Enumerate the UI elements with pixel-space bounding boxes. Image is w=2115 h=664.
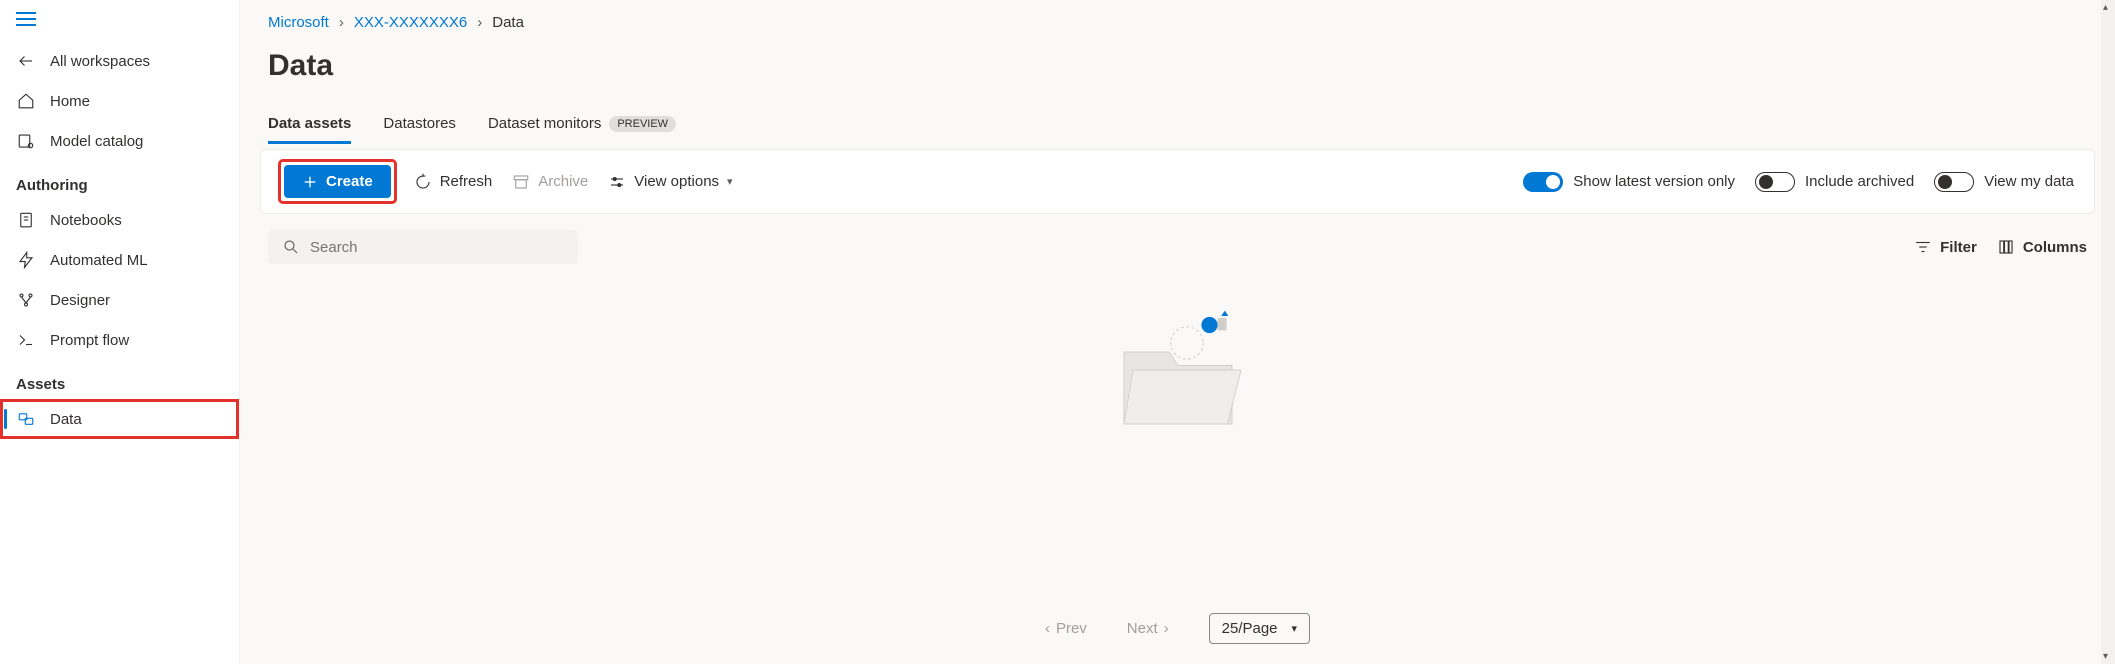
filter-icon bbox=[1914, 238, 1932, 256]
tab-datastores[interactable]: Datastores bbox=[383, 107, 456, 144]
prev-label: Prev bbox=[1056, 620, 1087, 637]
create-label: Create bbox=[326, 173, 373, 190]
home-icon bbox=[16, 91, 36, 111]
chevron-left-icon: ‹ bbox=[1045, 620, 1050, 637]
notebook-icon bbox=[16, 210, 36, 230]
chevron-down-icon: ▾ bbox=[1292, 622, 1298, 635]
refresh-button[interactable]: Refresh bbox=[414, 173, 493, 191]
prev-button[interactable]: ‹ Prev bbox=[1045, 620, 1087, 637]
sidebar-label: Prompt flow bbox=[50, 332, 129, 349]
search-box[interactable] bbox=[268, 230, 578, 264]
toggle-view-my-data[interactable]: View my data bbox=[1934, 172, 2074, 192]
search-input[interactable] bbox=[310, 239, 564, 256]
search-icon bbox=[282, 238, 300, 256]
chevron-right-icon: › bbox=[339, 14, 344, 31]
sidebar-item-automated-ml[interactable]: Automated ML bbox=[0, 240, 239, 280]
view-options-label: View options bbox=[634, 173, 719, 190]
data-icon bbox=[16, 409, 36, 429]
main-scrollbar[interactable]: ▴ ▾ bbox=[2101, 0, 2115, 664]
catalog-icon bbox=[16, 131, 36, 151]
filter-button[interactable]: Filter bbox=[1914, 238, 1977, 256]
tab-data-assets[interactable]: Data assets bbox=[268, 107, 351, 144]
toggle-label: Show latest version only bbox=[1573, 173, 1735, 190]
sidebar-label: Home bbox=[50, 93, 90, 110]
columns-label: Columns bbox=[2023, 239, 2087, 256]
sidebar-section-authoring: Authoring bbox=[0, 161, 239, 200]
breadcrumb: Microsoft › XXX-XXXXXXX6 › Data bbox=[240, 0, 2115, 31]
arrow-left-icon bbox=[16, 51, 36, 71]
page-size-select[interactable]: 25/Page ▾ bbox=[1209, 613, 1310, 644]
archive-button: Archive bbox=[512, 173, 588, 191]
tab-label: Dataset monitors bbox=[488, 115, 601, 132]
toggle-show-latest[interactable]: Show latest version only bbox=[1523, 172, 1735, 192]
empty-folder-icon bbox=[1088, 290, 1268, 450]
search-row: Filter Columns bbox=[240, 214, 2115, 280]
hamburger-menu[interactable] bbox=[0, 0, 239, 41]
sidebar-item-notebooks[interactable]: Notebooks bbox=[0, 200, 239, 240]
preview-badge: PREVIEW bbox=[609, 116, 676, 132]
sidebar-section-assets: Assets bbox=[0, 360, 239, 399]
sidebar-item-prompt-flow[interactable]: Prompt flow bbox=[0, 320, 239, 360]
breadcrumb-current: Data bbox=[492, 14, 524, 31]
sidebar-item-model-catalog[interactable]: Model catalog bbox=[0, 121, 239, 161]
page-title: Data bbox=[240, 31, 2115, 107]
sidebar-label: Notebooks bbox=[50, 212, 122, 229]
sidebar: All workspaces Home Model catalog Author… bbox=[0, 0, 240, 664]
view-options-button[interactable]: View options ▾ bbox=[608, 173, 732, 191]
sidebar-label: Automated ML bbox=[50, 252, 148, 269]
toggle-include-archived[interactable]: Include archived bbox=[1755, 172, 1914, 192]
archive-icon bbox=[512, 173, 530, 191]
sidebar-label: Designer bbox=[50, 292, 110, 309]
sidebar-label: Data bbox=[50, 411, 82, 428]
pagination: ‹ Prev Next › 25/Page ▾ bbox=[240, 601, 2115, 664]
refresh-icon bbox=[414, 173, 432, 191]
all-workspaces-link[interactable]: All workspaces bbox=[0, 41, 239, 81]
chevron-down-icon: ▾ bbox=[727, 175, 733, 188]
create-button[interactable]: Create bbox=[284, 165, 391, 198]
sidebar-item-home[interactable]: Home bbox=[0, 81, 239, 121]
next-button[interactable]: Next › bbox=[1127, 620, 1169, 637]
columns-button[interactable]: Columns bbox=[1997, 238, 2087, 256]
lightning-icon bbox=[16, 250, 36, 270]
create-button-highlight: Create bbox=[281, 162, 394, 201]
empty-state bbox=[240, 280, 2115, 601]
terminal-icon bbox=[16, 330, 36, 350]
refresh-label: Refresh bbox=[440, 173, 493, 190]
sidebar-item-data[interactable]: Data bbox=[0, 399, 239, 439]
tabs: Data assets Datastores Dataset monitors … bbox=[240, 107, 2115, 145]
toggle-label: Include archived bbox=[1805, 173, 1914, 190]
archive-label: Archive bbox=[538, 173, 588, 190]
chevron-right-icon: › bbox=[1164, 620, 1169, 637]
tab-dataset-monitors[interactable]: Dataset monitors PREVIEW bbox=[488, 107, 676, 144]
main-content: Microsoft › XXX-XXXXXXX6 › Data Data Dat… bbox=[240, 0, 2115, 664]
all-workspaces-label: All workspaces bbox=[50, 53, 150, 70]
page-size-label: 25/Page bbox=[1222, 620, 1278, 637]
next-label: Next bbox=[1127, 620, 1158, 637]
sliders-icon bbox=[608, 173, 626, 191]
designer-icon bbox=[16, 290, 36, 310]
columns-icon bbox=[1997, 238, 2015, 256]
breadcrumb-root[interactable]: Microsoft bbox=[268, 14, 329, 31]
filter-label: Filter bbox=[1940, 239, 1977, 256]
toolbar: Create Refresh Archive View options ▾ Sh… bbox=[260, 149, 2095, 214]
chevron-right-icon: › bbox=[477, 14, 482, 31]
sidebar-label: Model catalog bbox=[50, 133, 143, 150]
breadcrumb-workspace[interactable]: XXX-XXXXXXX6 bbox=[354, 14, 467, 31]
sidebar-item-designer[interactable]: Designer bbox=[0, 280, 239, 320]
toggle-label: View my data bbox=[1984, 173, 2074, 190]
